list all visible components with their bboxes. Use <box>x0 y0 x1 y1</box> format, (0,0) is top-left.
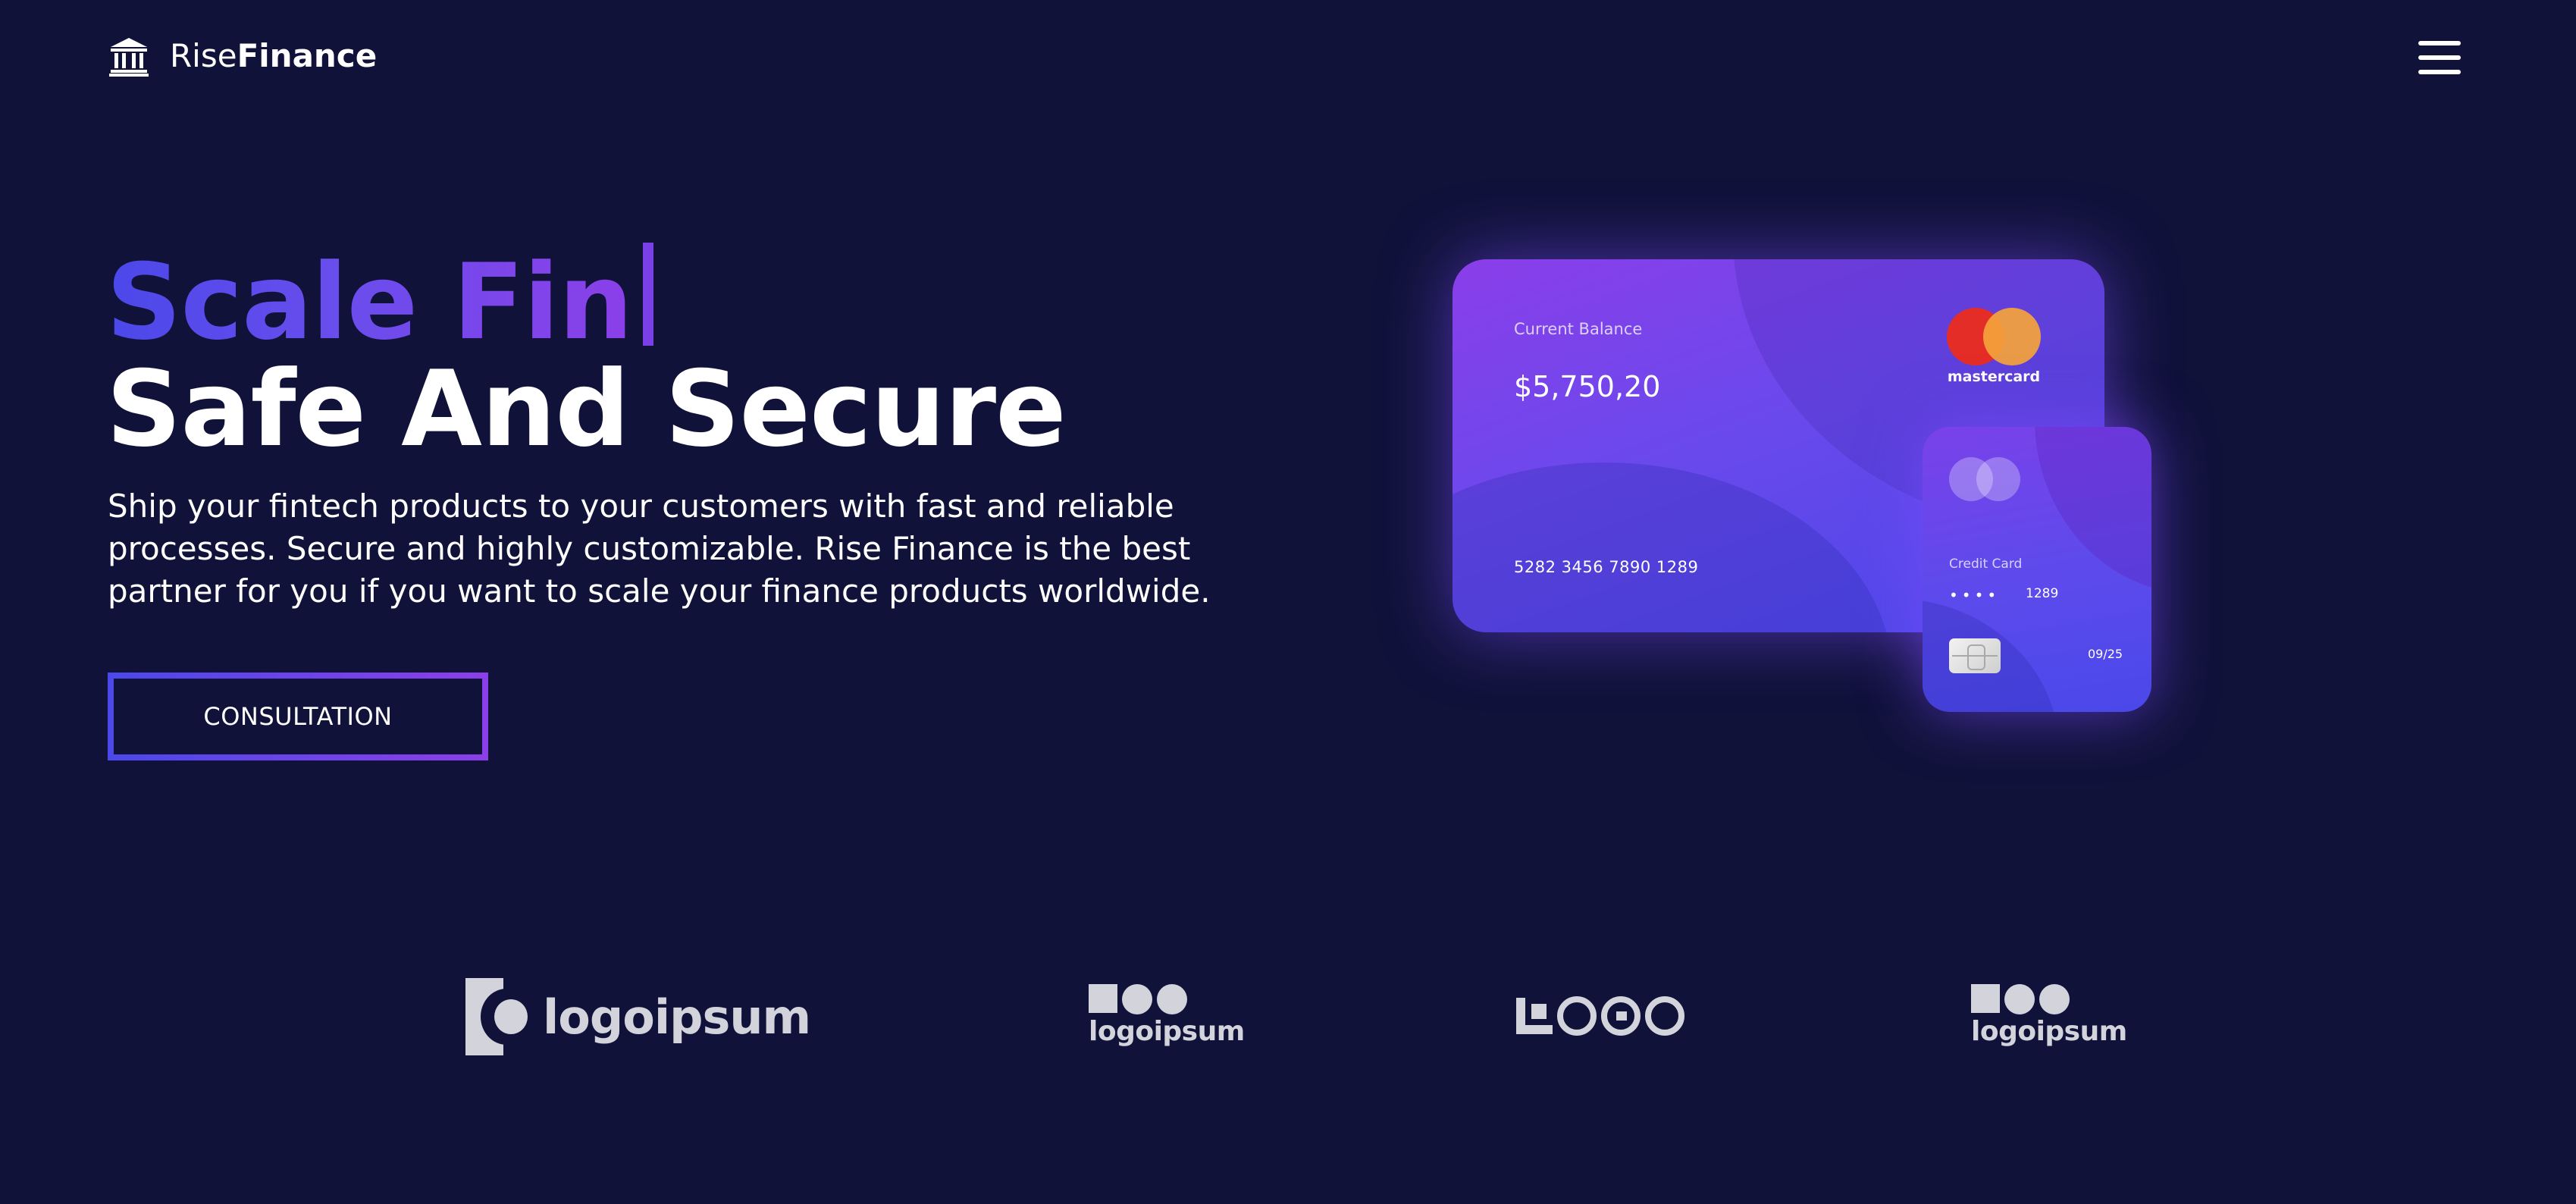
card-network-icon <box>1949 457 2025 503</box>
typing-caret <box>643 243 654 346</box>
partner-logo-text: logoipsum <box>543 989 811 1045</box>
balance-amount: $5,750,20 <box>1514 370 1661 403</box>
credit-card: Credit Card •••• 1289 09/25 <box>1923 427 2151 712</box>
masked-digits: •••• <box>1949 586 2001 604</box>
bank-icon <box>109 38 149 77</box>
partner-logo-text: logoipsum <box>1971 1016 2127 1047</box>
card-expiry: 09/25 <box>2088 647 2123 661</box>
menu-bar <box>2418 41 2461 45</box>
logoipsum-mark-icon <box>465 978 532 1055</box>
mastercard-logo: mastercard <box>1947 308 2045 385</box>
mastercard-wordmark: mastercard <box>1947 368 2041 385</box>
menu-bar <box>2418 55 2461 60</box>
brand-name-bold: Finance <box>237 37 378 74</box>
headline-line2: Safe And Secure <box>106 347 1067 470</box>
logo-letter-l-icon <box>1516 998 1553 1034</box>
brand-logo[interactable]: RiseFinance <box>108 35 377 77</box>
chip-icon <box>1949 638 2001 673</box>
brand-name-light: Rise <box>170 37 237 74</box>
card-number: 5282 3456 7890 1289 <box>1514 558 1699 576</box>
headline-typed-text: Scale Fin <box>106 241 633 363</box>
partner-logo-3 <box>1516 996 1684 1036</box>
hero-subtext: Ship your fintech products to your custo… <box>108 488 1211 610</box>
card-decoration <box>2035 427 2151 594</box>
card-last4: 1289 <box>2026 586 2059 601</box>
partner-logo-1: logoipsum <box>465 978 811 1055</box>
mastercard-orange-circle <box>1983 308 2041 365</box>
brand-name: RiseFinance <box>170 40 377 72</box>
partner-logos: logoipsum logoipsum logoipsum <box>0 963 2576 1061</box>
card-decoration <box>1453 462 1892 632</box>
menu-bar <box>2418 70 2461 74</box>
partner-logo-text: logoipsum <box>1089 1016 1245 1047</box>
partner-logo-2: logoipsum <box>1089 984 1245 1047</box>
logoipsum-shapes-icon <box>1971 984 2070 1014</box>
balance-label: Current Balance <box>1514 320 1643 338</box>
logoipsum-shapes-icon <box>1089 984 1187 1014</box>
network-circle <box>1976 457 2020 501</box>
consultation-button[interactable]: CONSULTATION <box>108 673 488 760</box>
credit-card-label: Credit Card <box>1949 557 2023 572</box>
hero-headline: Scale Fin Safe And Secure <box>106 241 1067 470</box>
hamburger-menu-icon[interactable] <box>2418 41 2461 74</box>
mastercard-icon <box>1947 308 2045 365</box>
consultation-button-label: CONSULTATION <box>114 679 482 754</box>
partner-logo-4: logoipsum <box>1971 984 2127 1047</box>
logo-letter-o-icon <box>1645 996 1684 1036</box>
logo-letter-g-icon <box>1601 996 1641 1036</box>
logo-letter-o-icon <box>1557 996 1597 1036</box>
